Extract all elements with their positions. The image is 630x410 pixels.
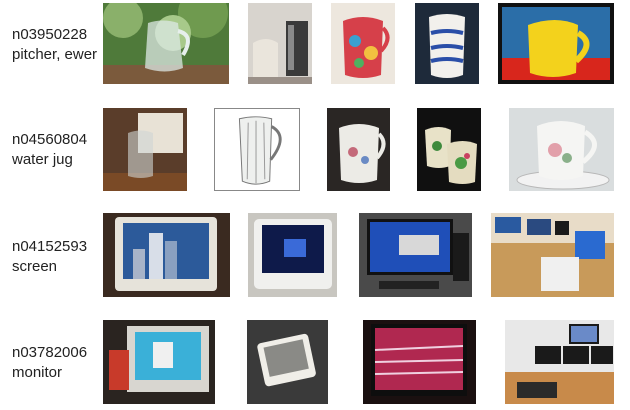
class-label-monitor: n03782006 monitor bbox=[12, 343, 87, 383]
class-label-screen: n04152593 screen bbox=[12, 237, 87, 277]
screen-photo-lcd-desk bbox=[359, 213, 472, 297]
monitor-photo-crt-desk bbox=[103, 320, 215, 404]
pitcher-photo-blue-stripes bbox=[415, 3, 479, 84]
screen-photo-crt-blue bbox=[248, 213, 337, 297]
class-wnid: n04152593 bbox=[12, 238, 88, 255]
class-name: monitor bbox=[12, 364, 63, 381]
screen-photo-crt-city bbox=[103, 213, 230, 297]
monitor-photo-lcd-dark bbox=[363, 320, 476, 404]
pitcher-photo-yellow bbox=[498, 3, 614, 84]
class-label-water-jug: n04560804 water jug bbox=[12, 130, 87, 170]
class-name: water jug bbox=[12, 151, 73, 168]
water-jug-photo-pair bbox=[417, 108, 481, 191]
monitor-photo-crt-tilted bbox=[247, 320, 328, 404]
water-jug-photo-glass-white bbox=[214, 108, 300, 191]
water-jug-photo-window bbox=[103, 108, 187, 191]
class-name: pitcher, ewer bbox=[12, 46, 98, 63]
class-wnid: n03782006 bbox=[12, 344, 88, 361]
class-label-pitcher: n03950228 pitcher, ewer bbox=[12, 25, 97, 65]
water-jug-photo-floral bbox=[327, 108, 390, 191]
pitcher-photo-kitchen bbox=[248, 3, 312, 84]
pitcher-photo-patterned bbox=[331, 3, 395, 84]
class-wnid: n03950228 bbox=[12, 26, 88, 43]
screen-photo-workstation bbox=[491, 213, 614, 297]
class-name: screen bbox=[12, 258, 58, 275]
pitcher-photo-glass-outdoor bbox=[103, 3, 229, 84]
monitor-photo-multi-setup bbox=[505, 320, 614, 404]
class-wnid: n04560804 bbox=[12, 131, 88, 148]
water-jug-photo-basin bbox=[509, 108, 614, 191]
